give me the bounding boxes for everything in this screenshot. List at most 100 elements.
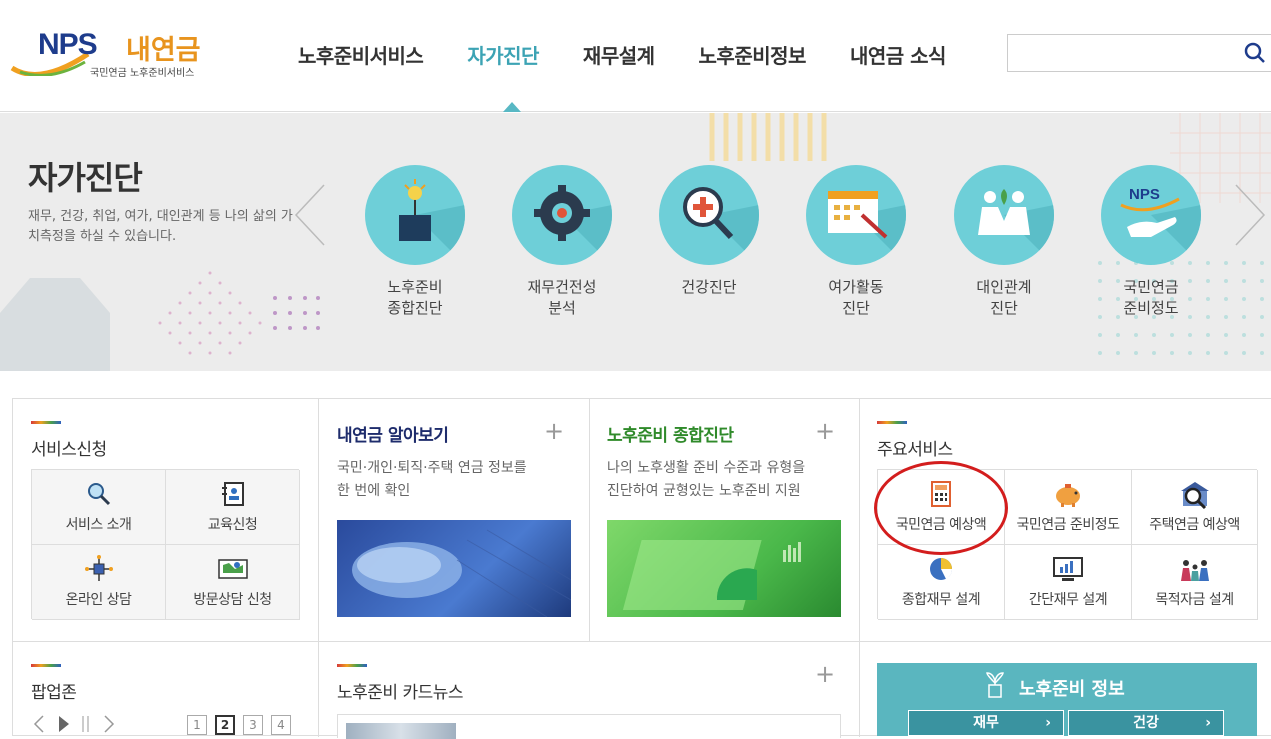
nps-readiness-label: 국민연금 준비정도 [1016,517,1121,533]
health-info-button[interactable]: 건강 › [1068,710,1224,736]
card-news-image[interactable] [346,723,456,739]
next-arrow-icon[interactable] [99,714,117,734]
card-news-panel: 노후준비 카드뉴스 + [319,641,860,739]
main-services-title: 주요서비스 [877,440,953,460]
pension-view-more-icon[interactable]: + [544,417,564,445]
banner-description: 재무, 건강, 취업, 여가, 대인관계 등 나의 삶의 가치측정을 하실 수 … [28,209,293,244]
magnifier-icon [87,483,110,506]
search-input[interactable] [1008,35,1228,71]
diagnosis-item-comprehensive[interactable]: 노후준비 종합진단 [355,165,475,319]
nav-item-financial-design[interactable]: 재무설계 [583,40,655,69]
diagnosis-item-relationship[interactable]: 대인관계 진단 [944,165,1064,319]
popup-zone-title: 팝업존 [31,683,77,703]
section-bar [337,664,367,667]
housing-pension-button[interactable]: 주택연금 예상액 [1132,470,1258,545]
pension-view-panel[interactable]: 내연금 알아보기 + 국민·개인·퇴직·주택 연금 정보를 한 번에 확인 [319,399,590,641]
plant-pot-icon [365,165,465,265]
simple-finance-design-label: 간단재무 설계 [1028,592,1108,608]
finance-info-label: 재무 [973,715,999,731]
popup-zone-panel: 팝업존 1234 [13,641,319,737]
nps-hand-icon: NPS [1101,165,1201,265]
service-intro-button[interactable]: 서비스 소개 [32,470,166,545]
calendar-icon [806,165,906,265]
service-intro-label: 서비스 소개 [65,517,132,533]
pager-page-4[interactable]: 4 [271,715,291,735]
retirement-info-box[interactable]: 노후준비 정보 재무 › 건강 › [877,663,1257,736]
nps-readiness-button[interactable]: 국민연금 준비정도 [1005,470,1132,545]
network-icon [84,555,113,581]
piggy-bank-icon [1056,484,1080,507]
diagnosis-item-label: 대인관계 진단 [976,278,1032,317]
diagnosis-item-financial[interactable]: 재무건전성 분석 [502,165,622,319]
pension-view-description: 국민·개인·퇴직·주택 연금 정보를 한 번에 확인 [337,460,527,499]
search-icon[interactable] [1243,41,1267,65]
address-book-icon [221,482,244,506]
pie-chart-icon [930,558,953,580]
map-icon [217,559,248,579]
comprehensive-diagnosis-description: 나의 노후생활 준비 수준과 유형을 진단하여 균형있는 노후준비 지원 [607,460,806,499]
education-apply-label: 교육신청 [207,517,258,533]
popup-zone-pager: 1234 [187,714,299,735]
health-info-label: 건강 [1133,715,1159,731]
section-bar [877,421,907,424]
carousel-next-arrow-icon[interactable] [1232,183,1268,247]
total-finance-design-label: 종합재무 설계 [901,592,981,608]
comprehensive-diagnosis-title: 노후준비 종합진단 [607,426,734,446]
nav-item-retirement-info[interactable]: 노후준비정보 [699,40,807,69]
nav-item-retirement-service[interactable]: 노후준비서비스 [298,40,424,69]
header: NPS 내연금 국민연금 노후준비서비스 노후준비서비스 자가진단 재무설계 노… [0,0,1271,112]
comprehensive-diagnosis-panel[interactable]: 노후준비 종합진단 + 나의 노후생활 준비 수준과 유형을 진단하여 균형있는… [590,399,860,641]
logo-subtitle: 국민연금 노후준비서비스 [90,68,195,79]
carousel-prev-arrow-icon[interactable] [292,183,328,247]
diagnosis-item-label: 여가활동 진단 [828,278,884,317]
play-icon[interactable] [55,714,73,734]
finance-info-button[interactable]: 재무 › [908,710,1064,736]
monitor-chart-icon [1053,557,1083,581]
housing-pension-label: 주택연금 예상액 [1149,517,1240,533]
card-news-title: 노후준비 카드뉴스 [337,683,464,703]
highlight-annotation-circle [874,461,1008,555]
prev-arrow-icon[interactable] [31,714,49,734]
chevron-right-icon: › [1205,715,1211,731]
people-icon [954,165,1054,265]
active-nav-indicator [503,102,521,112]
online-consult-label: 온라인 상담 [65,592,132,608]
pause-icon[interactable] [79,714,93,734]
popup-zone-controls [31,714,117,734]
search-box[interactable] [1007,34,1271,72]
online-consult-button[interactable]: 온라인 상담 [32,545,166,620]
pager-page-3[interactable]: 3 [243,715,263,735]
diagnosis-item-health[interactable]: 건강진단 [649,165,769,298]
total-finance-design-button[interactable]: 종합재무 설계 [878,545,1005,620]
service-apply-panel: 서비스신청 서비스 소개 교육신청 온라인 상담 방문상담 신청 [13,399,319,641]
plant-icon [986,672,1004,698]
comprehensive-diagnosis-more-icon[interactable]: + [815,417,835,445]
diagnosis-item-leisure[interactable]: 여가활동 진단 [796,165,916,319]
visit-consult-label: 방문상담 신청 [193,592,272,608]
pager-page-2[interactable]: 2 [215,715,235,735]
section-bar [31,664,61,667]
education-apply-button[interactable]: 교육신청 [166,470,300,545]
nav-item-news[interactable]: 내연금 소식 [850,40,946,69]
chevron-right-icon: › [1045,715,1051,731]
diagnosis-item-nps-readiness[interactable]: NPS 국민연금 준비정도 [1091,165,1211,319]
main-nav: 노후준비서비스 자가진단 재무설계 노후준비정보 내연금 소식 [298,40,990,69]
purpose-fund-design-button[interactable]: 목적자금 설계 [1132,545,1258,620]
nav-item-self-diagnosis[interactable]: 자가진단 [467,40,539,69]
purpose-fund-design-label: 목적자금 설계 [1155,592,1234,608]
pension-view-title: 내연금 알아보기 [337,426,449,446]
visit-consult-button[interactable]: 방문상담 신청 [166,545,300,620]
nps-logo[interactable]: NPS 내연금 국민연금 노후준비서비스 [10,26,215,80]
gear-icon [512,165,612,265]
banner-title: 자가진단 [28,159,143,197]
retirement-info-title: 노후준비 정보 [1019,679,1125,700]
simple-finance-design-button[interactable]: 간단재무 설계 [1005,545,1132,620]
card-news-more-icon[interactable]: + [815,660,835,688]
diagnosis-item-label: 국민연금 준비정도 [1123,278,1179,317]
svg-text:NPS: NPS [1129,186,1160,203]
comprehensive-diagnosis-image [607,520,841,617]
logo-nps-text: NPS [38,28,98,61]
section-bar [31,421,61,424]
family-icon [1180,560,1209,581]
pager-page-1[interactable]: 1 [187,715,207,735]
